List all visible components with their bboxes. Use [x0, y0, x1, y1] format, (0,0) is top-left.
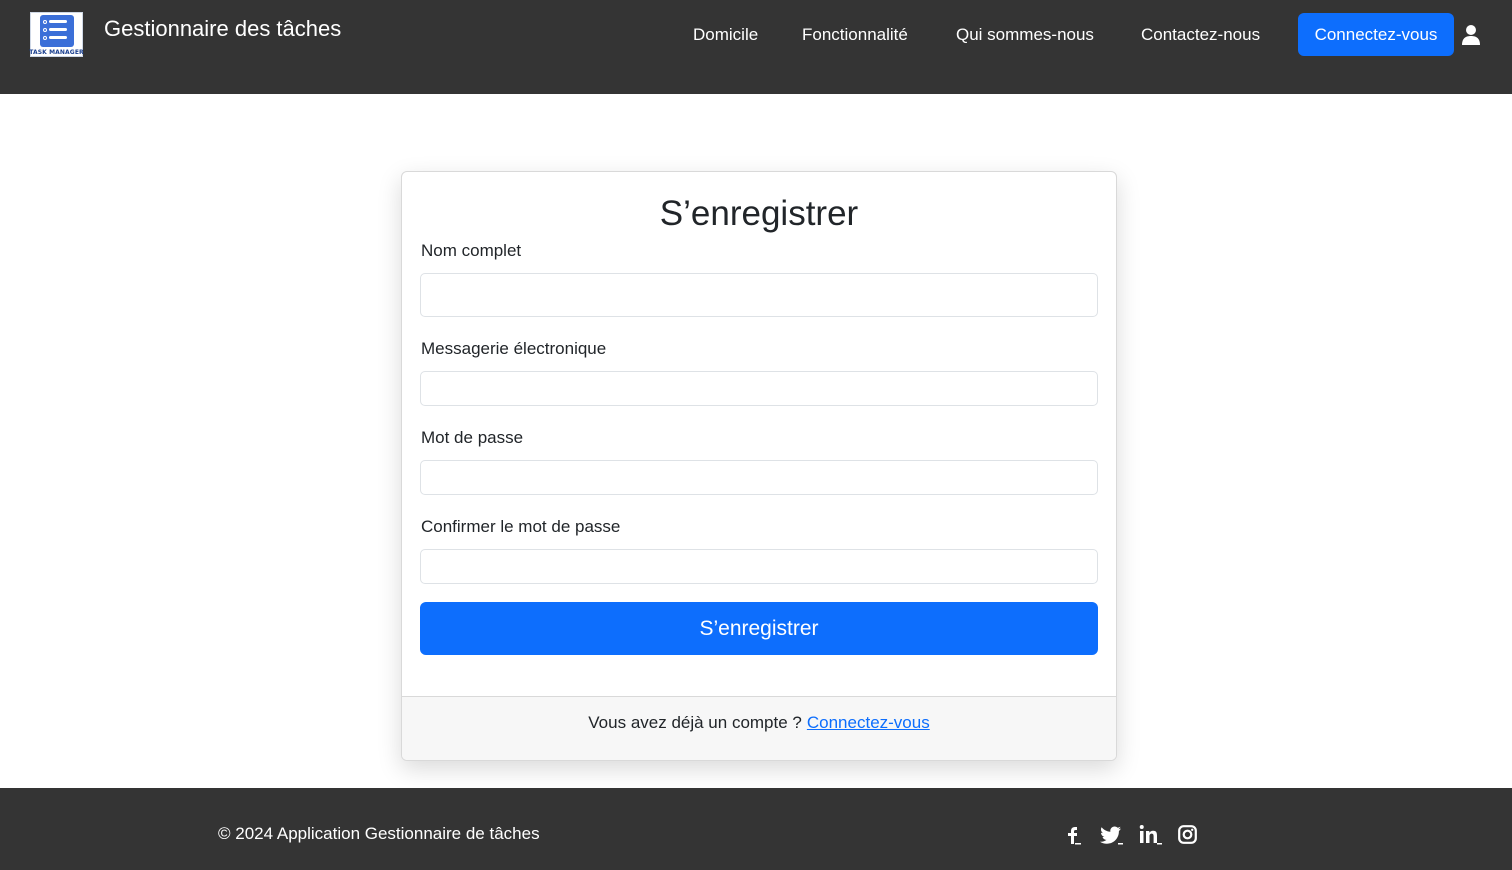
twitter-icon[interactable] [1099, 824, 1125, 846]
linkedin-icon[interactable] [1139, 824, 1163, 846]
fullname-input[interactable] [420, 273, 1098, 317]
confirm-password-label: Confirmer le mot de passe [421, 517, 621, 536]
logo-text: TASK MANAGER [29, 49, 84, 56]
page-footer: © 2024 Application Gestionnaire de tâche… [0, 788, 1512, 870]
user-icon[interactable] [1461, 24, 1481, 46]
nav-link-features[interactable]: Fonctionnalité [802, 24, 908, 46]
register-card: S’enregistrer Nom complet Messagerie éle… [401, 171, 1117, 761]
copyright-text: © 2024 Application Gestionnaire de tâche… [218, 824, 540, 843]
checklist-icon [39, 15, 74, 47]
email-label: Messagerie électronique [421, 339, 607, 358]
register-button[interactable]: S’enregistrer [420, 602, 1098, 655]
app-logo[interactable]: TASK MANAGER [29, 12, 84, 57]
facebook-icon[interactable] [1064, 824, 1082, 846]
brand-title[interactable]: Gestionnaire des tâches [104, 16, 341, 42]
login-link[interactable]: Connectez-vous [807, 713, 930, 733]
form-title: S’enregistrer [659, 194, 859, 233]
login-button[interactable]: Connectez-vous [1298, 13, 1454, 56]
password-label: Mot de passe [421, 428, 524, 447]
password-input[interactable] [420, 460, 1098, 495]
nav-link-contact[interactable]: Contactez-nous [1141, 24, 1260, 46]
email-input[interactable] [420, 371, 1098, 406]
nav-link-about[interactable]: Qui sommes-nous [956, 24, 1094, 46]
nav-link-home[interactable]: Domicile [693, 24, 758, 46]
have-account-text: Vous avez déjà un compte ? [588, 712, 802, 732]
confirm-password-input[interactable] [420, 549, 1098, 584]
top-navbar: TASK MANAGER Gestionnaire des tâches Dom… [0, 0, 1512, 94]
card-footer: Vous avez déjà un compte ? Connectez-vou… [402, 696, 1116, 760]
instagram-icon[interactable] [1178, 825, 1197, 844]
fullname-label: Nom complet [421, 241, 522, 260]
